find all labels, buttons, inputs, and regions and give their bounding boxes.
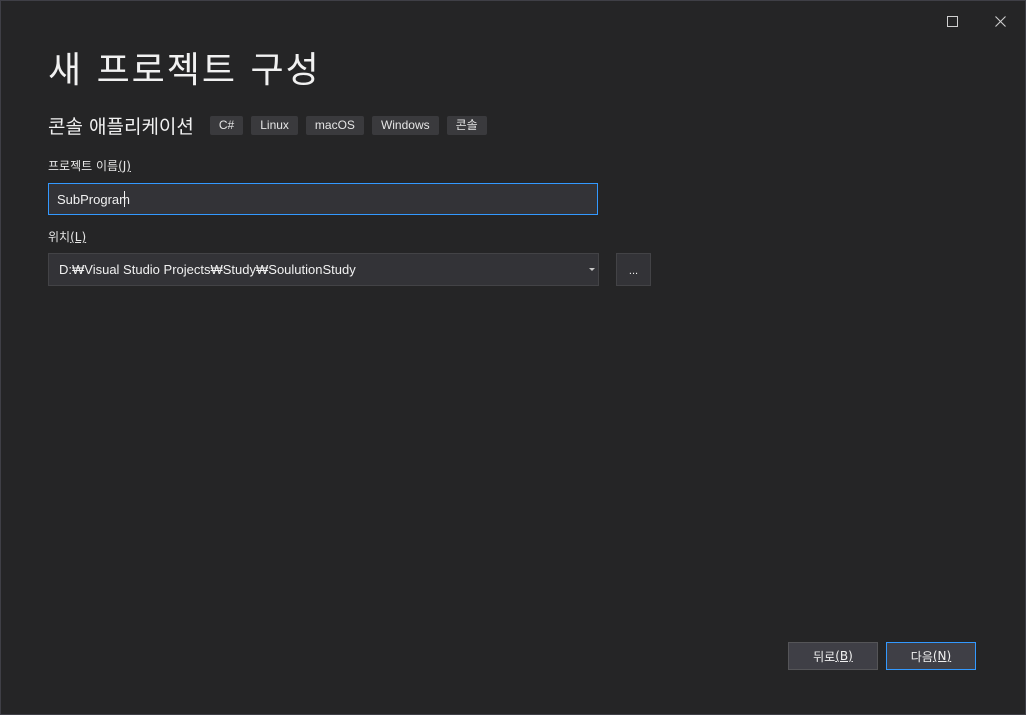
tag-console: 콘솔 bbox=[446, 115, 487, 135]
close-button[interactable] bbox=[985, 7, 1015, 35]
back-label: 뒤로 bbox=[813, 649, 836, 664]
project-name-label-text: 프로젝트 이름 bbox=[48, 159, 119, 173]
browse-label: ... bbox=[628, 265, 639, 277]
project-name-mnemonic: (J) bbox=[118, 159, 131, 173]
location-combobox[interactable]: D:₩Visual Studio Projects₩Study₩Soulutio… bbox=[48, 253, 599, 286]
project-name-input[interactable] bbox=[48, 183, 598, 215]
back-mnemonic: (B) bbox=[835, 649, 853, 663]
tag-windows: Windows bbox=[371, 115, 439, 135]
text-caret bbox=[124, 191, 125, 207]
maximize-icon bbox=[946, 15, 958, 27]
tag-linux: Linux bbox=[251, 115, 298, 135]
next-mnemonic: (N) bbox=[932, 649, 952, 663]
location-value: D:₩Visual Studio Projects₩Study₩Soulutio… bbox=[59, 262, 356, 277]
project-name-label: 프로젝트 이름(J) bbox=[48, 157, 131, 174]
location-label: 위치(L) bbox=[48, 228, 86, 245]
tag-csharp: C# bbox=[209, 115, 244, 135]
tag-macos: macOS bbox=[305, 115, 364, 135]
location-label-text: 위치 bbox=[48, 230, 71, 244]
location-mnemonic: (L) bbox=[70, 230, 87, 244]
next-button[interactable]: 다음 (N) bbox=[886, 642, 976, 670]
chevron-down-icon[interactable] bbox=[589, 268, 595, 271]
template-header: 콘솔 애플리케이션 C# Linux macOS Windows 콘솔 bbox=[48, 111, 495, 139]
close-icon bbox=[994, 15, 1006, 27]
template-name: 콘솔 애플리케이션 bbox=[48, 115, 194, 138]
browse-button[interactable]: ... bbox=[616, 253, 651, 286]
dialog-window: 새 프로젝트 구성 콘솔 애플리케이션 C# Linux macOS Windo… bbox=[0, 0, 1026, 715]
next-label: 다음 bbox=[910, 649, 933, 664]
maximize-button[interactable] bbox=[937, 7, 967, 35]
page-title: 새 프로젝트 구성 bbox=[48, 50, 321, 91]
back-button[interactable]: 뒤로 (B) bbox=[788, 642, 878, 670]
